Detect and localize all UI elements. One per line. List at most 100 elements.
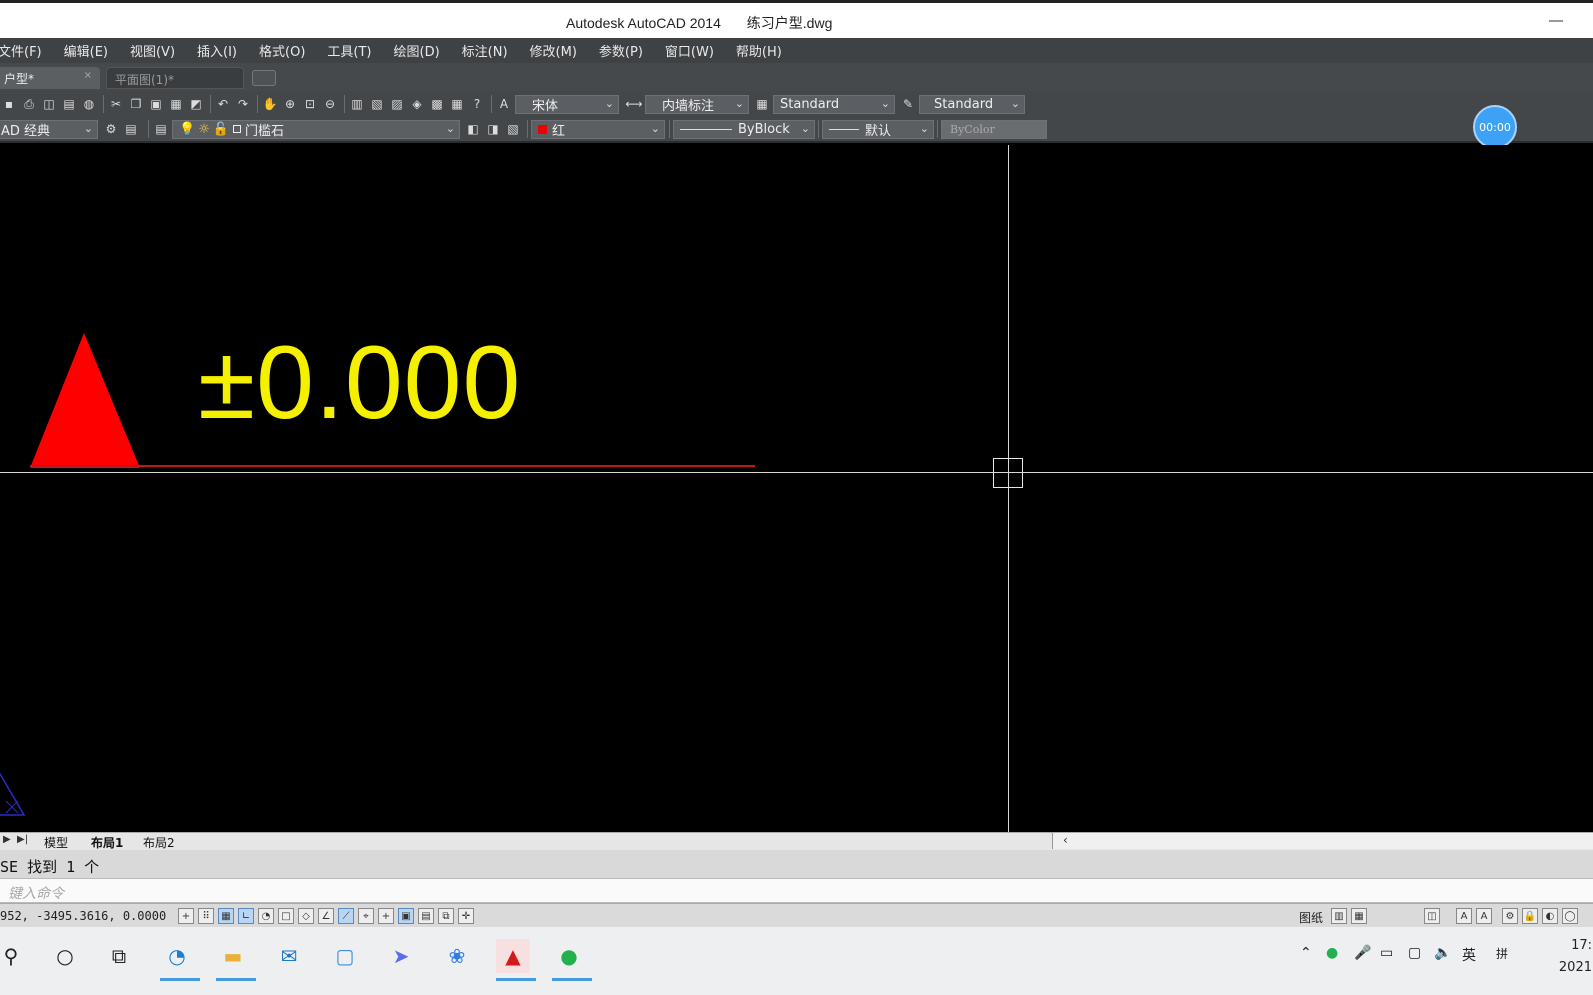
menu-insert[interactable]: 插入(I)	[197, 41, 237, 60]
properties-icon[interactable]: ▥	[348, 95, 366, 113]
menu-parametric[interactable]: 参数(P)	[599, 41, 643, 60]
dim-style-dropdown[interactable]: 内墙标注 ⌄	[645, 94, 749, 114]
design-center-icon[interactable]: ▧	[368, 95, 386, 113]
zoom-previous-icon[interactable]: ⊖	[321, 95, 339, 113]
quick-view-drawings-icon[interactable]: ▦	[1351, 908, 1367, 924]
ortho-mode-icon[interactable]: ∟	[238, 908, 254, 924]
calculator-icon[interactable]: ▦	[448, 95, 466, 113]
copy-icon[interactable]: ❐	[127, 95, 145, 113]
text-style-icon[interactable]: A	[495, 95, 513, 113]
hardware-acceleration-icon[interactable]: ◐	[1542, 908, 1558, 924]
help-icon[interactable]: ?	[468, 95, 486, 113]
annotation-visibility-icon[interactable]: A	[1476, 908, 1492, 924]
table-style-icon[interactable]: ▦	[753, 95, 771, 113]
transparency-icon[interactable]: ▣	[398, 908, 414, 924]
file-explorer-icon[interactable]: ▬	[216, 939, 256, 981]
zoom-window-icon[interactable]: ⊡	[301, 95, 319, 113]
block-editor-icon[interactable]: ◩	[187, 95, 205, 113]
isolate-objects-icon[interactable]: ◯	[1562, 908, 1578, 924]
horizontal-scrollbar[interactable]: ‹	[1052, 833, 1593, 849]
edge-icon[interactable]: ◔	[160, 939, 200, 981]
publish-icon[interactable]: ▤	[60, 95, 78, 113]
menu-window[interactable]: 窗口(W)	[665, 41, 714, 60]
ime-language-indicator[interactable]: 英	[1462, 945, 1476, 965]
tab-model[interactable]: 模型	[44, 834, 68, 851]
wechat-tray-icon[interactable]: ●	[1326, 945, 1338, 961]
ime-mode-indicator[interactable]: 拼	[1496, 945, 1508, 962]
undo-icon[interactable]: ↶	[214, 95, 232, 113]
paste-icon[interactable]: ▣	[147, 95, 165, 113]
annotation-monitor-icon[interactable]: ✛	[458, 908, 474, 924]
workspace-switching-icon[interactable]: ⚙	[1502, 908, 1518, 924]
grid-display-icon[interactable]: ▦	[218, 908, 234, 924]
save-icon[interactable]: ▪	[0, 95, 18, 113]
dim-style-icon[interactable]: ⟷	[625, 95, 643, 113]
quick-properties-icon[interactable]: ▤	[418, 908, 434, 924]
dynamic-ucs-icon[interactable]: ⟋	[338, 908, 354, 924]
menu-edit[interactable]: 编辑(E)	[64, 41, 108, 60]
menu-view[interactable]: 视图(V)	[130, 41, 175, 60]
dynamic-input-icon[interactable]: ⌖	[358, 908, 374, 924]
table-style-dropdown[interactable]: Standard ⌄	[773, 94, 895, 114]
match-properties-icon[interactable]: ▦	[167, 95, 185, 113]
color-dropdown[interactable]: 红 ⌄	[531, 119, 665, 139]
layer-previous-icon[interactable]: ◨	[484, 120, 502, 138]
3d-object-snap-icon[interactable]: ◇	[298, 908, 314, 924]
menu-file[interactable]: 文件(F)	[0, 41, 42, 60]
scroll-left-icon[interactable]: ‹	[1063, 833, 1068, 847]
system-clock[interactable]: 17: 2021	[1532, 935, 1592, 979]
zoom-realtime-icon[interactable]: ⊕	[281, 95, 299, 113]
redo-icon[interactable]: ↷	[234, 95, 252, 113]
menu-draw[interactable]: 绘图(D)	[394, 41, 440, 60]
plot-preview-icon[interactable]: ◫	[40, 95, 58, 113]
infer-constraints-icon[interactable]: +	[178, 908, 194, 924]
baidu-netdisk-icon[interactable]: ❀	[440, 939, 474, 973]
toolbar-lock-icon[interactable]: 🔒	[1522, 908, 1538, 924]
coordinate-readout[interactable]: 952, -3495.3616, 0.0000	[0, 909, 166, 923]
sheet-set-icon[interactable]: ◈	[408, 95, 426, 113]
workspace-settings-icon[interactable]: ⚙	[102, 120, 120, 138]
dingtalk-icon[interactable]: ▢	[328, 939, 362, 973]
search-icon[interactable]: ⚲	[0, 939, 28, 973]
plot-icon[interactable]: ⎙	[20, 95, 38, 113]
snap-mode-icon[interactable]: ⠿	[198, 908, 214, 924]
multileader-style-dropdown[interactable]: Standard ⌄	[919, 94, 1025, 114]
annotation-scale-icon[interactable]: A	[1456, 908, 1472, 924]
polar-tracking-icon[interactable]: ◔	[258, 908, 274, 924]
elevation-text[interactable]: ±0.000	[198, 323, 521, 443]
file-tab-active[interactable]: 户型* ×	[0, 67, 100, 89]
last-layout-icon[interactable]: ▶|	[17, 834, 28, 845]
text-style-dropdown[interactable]: 宋体 ⌄	[515, 94, 619, 114]
new-tab-button[interactable]	[252, 70, 276, 86]
layer-properties-icon[interactable]: ▤	[152, 120, 170, 138]
maximize-viewport-icon[interactable]: ◫	[1424, 908, 1440, 924]
mail-icon[interactable]: ✉	[272, 939, 306, 973]
autocad-icon[interactable]: ▲	[496, 939, 536, 981]
tab-layout1[interactable]: 布局1	[91, 834, 123, 851]
task-view-icon[interactable]: ⧉	[102, 939, 136, 973]
close-tab-icon[interactable]: ×	[84, 70, 92, 81]
network-icon[interactable]: ▢	[1408, 945, 1421, 961]
prev-layout-icon[interactable]: ▶	[3, 834, 11, 845]
minimize-button[interactable]	[1549, 20, 1563, 22]
tool-palettes-icon[interactable]: ▨	[388, 95, 406, 113]
paper-space-toggle[interactable]: 图纸	[1299, 909, 1323, 926]
command-input[interactable]: 键入命令	[8, 883, 64, 903]
tab-layout2[interactable]: 布局2	[143, 834, 175, 851]
menu-tools[interactable]: 工具(T)	[327, 41, 371, 60]
cortana-icon[interactable]: ○	[48, 939, 82, 973]
selection-cycling-icon[interactable]: ⧉	[438, 908, 454, 924]
feishu-icon[interactable]: ➤	[384, 939, 418, 973]
workspace-save-icon[interactable]: ▤	[122, 120, 140, 138]
menu-help[interactable]: 帮助(H)	[736, 41, 782, 60]
cut-icon[interactable]: ✂	[107, 95, 125, 113]
battery-icon[interactable]: ▭	[1380, 945, 1393, 961]
menu-format[interactable]: 格式(O)	[259, 41, 305, 60]
microphone-icon[interactable]: 🎤	[1354, 945, 1371, 961]
lineweight-dropdown[interactable]: 默认 ⌄	[822, 119, 934, 139]
menu-dimension[interactable]: 标注(N)	[462, 41, 508, 60]
quick-view-layouts-icon[interactable]: ▥	[1331, 908, 1347, 924]
lineweight-toggle-icon[interactable]: +	[378, 908, 394, 924]
pan-icon[interactable]: ✋	[261, 95, 279, 113]
show-hidden-icons-icon[interactable]: ⌃	[1300, 945, 1312, 961]
